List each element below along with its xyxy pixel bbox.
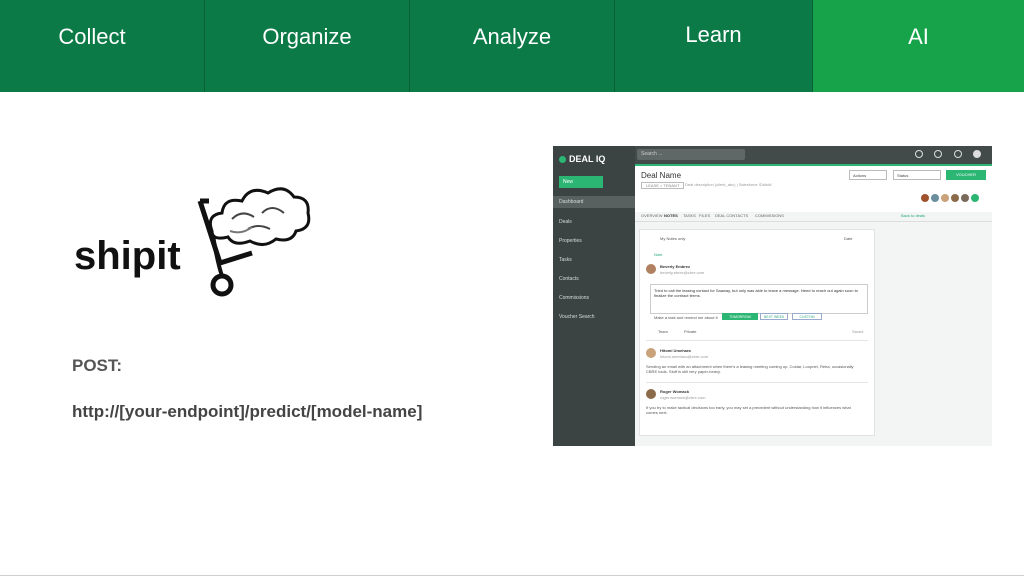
avatar[interactable] xyxy=(973,150,981,158)
bell-icon[interactable] xyxy=(915,150,923,158)
tab-analyze[interactable]: Analyze xyxy=(410,0,615,92)
avatar xyxy=(941,194,949,202)
app-sidebar: DEAL IQ New Dashboard Deals Properties T… xyxy=(553,146,635,446)
tomorrow-chip[interactable]: TOMORROW xyxy=(722,313,758,320)
sidebar-item-contacts[interactable]: Contacts xyxy=(559,276,579,282)
note-author-email: beverly.ebrez@cbre.com xyxy=(660,270,705,275)
tab-learn[interactable]: Learn xyxy=(615,0,813,92)
my-notes-toggle[interactable]: My Notes only xyxy=(660,236,685,241)
clock-icon[interactable] xyxy=(934,150,942,158)
note-text: Sending an email with an attachment when… xyxy=(646,364,854,374)
saved-status: Saved xyxy=(852,329,864,334)
sidebar-item-commissions[interactable]: Commissions xyxy=(559,295,589,301)
avatar xyxy=(961,194,969,202)
deal-stage-badge: LEASE > TENANT xyxy=(641,182,685,189)
sidebar-item-properties[interactable]: Properties xyxy=(559,238,582,244)
gear-icon[interactable] xyxy=(954,150,962,158)
status-dropdown[interactable]: Status xyxy=(893,170,941,180)
tab-analyze-label: Analyze xyxy=(472,24,552,49)
add-member-icon[interactable] xyxy=(971,194,979,202)
top-nav: Collect Organize Analyze Learn AI xyxy=(0,0,1024,92)
team-radio[interactable]: Team xyxy=(658,329,668,334)
tab-commissions[interactable]: COMMISSIONS xyxy=(755,213,784,218)
tab-ai[interactable]: AI xyxy=(813,0,1024,92)
voucher-button[interactable]: VOUCHER xyxy=(946,170,986,180)
sidebar-item-deals[interactable]: Deals xyxy=(559,219,572,225)
tab-overview[interactable]: OVERVIEW xyxy=(641,213,663,218)
tab-files[interactable]: FILES xyxy=(699,213,710,218)
tab-organize-label: Organize xyxy=(262,24,352,49)
next-week-chip[interactable]: NEXT WEEK xyxy=(760,313,788,320)
note-author-email: hitomi.umehara@cbre.com xyxy=(660,354,709,359)
logo-text: shipit xyxy=(74,234,181,278)
actions-dropdown[interactable]: Actions xyxy=(849,170,887,180)
note-author: Hitomi Umehara xyxy=(660,348,691,353)
endpoint-url: http://[your-endpoint]/predict/[model-na… xyxy=(72,402,423,421)
divider xyxy=(646,382,868,383)
sidebar-item-tasks[interactable]: Tasks xyxy=(559,257,572,263)
note-author: Beverly Embrez xyxy=(660,264,691,269)
note-author: Roger Womack xyxy=(660,389,690,394)
add-note-button[interactable]: Note xyxy=(654,252,662,257)
avatar xyxy=(646,389,656,399)
brand-name: DEAL IQ xyxy=(569,154,606,164)
back-to-deals-link[interactable]: Back to deals xyxy=(901,213,925,218)
note-textarea[interactable]: Tried to call the leasing contact for Sa… xyxy=(650,284,868,314)
deal-header: Deal Name LEASE > TENANT Deal descriptio… xyxy=(635,166,992,212)
note-author-email: roger.womack@cbre.com xyxy=(660,395,706,400)
tab-organize[interactable]: Organize xyxy=(205,0,410,92)
tab-notes[interactable]: NOTES xyxy=(664,213,678,218)
shipit-logo: shipit xyxy=(72,183,312,301)
tab-ai-label: AI xyxy=(908,24,929,49)
brand-icon xyxy=(559,155,566,163)
deal-subtabs: OVERVIEW NOTES TASKS FILES DEAL CONTACTS… xyxy=(635,212,992,222)
avatar xyxy=(921,194,929,202)
avatar xyxy=(951,194,959,202)
new-button[interactable]: New xyxy=(559,176,603,188)
search-input[interactable]: Search ... xyxy=(637,149,745,160)
date-sort[interactable]: Date xyxy=(844,236,852,241)
sidebar-item-dashboard[interactable]: Dashboard xyxy=(553,196,635,208)
deal-title: Deal Name xyxy=(641,171,682,180)
note-text: If you try to make tactical decisions to… xyxy=(646,405,851,415)
cart-cloud-icon: shipit xyxy=(74,187,311,297)
tab-deal-contacts[interactable]: DEAL CONTACTS xyxy=(715,213,748,218)
tab-collect-label: Collect xyxy=(58,24,126,49)
note-text: Tried to call the leasing contact for Sa… xyxy=(654,288,858,298)
tab-learn-label: Learn xyxy=(685,22,742,47)
deal-description: Deal description (client_abc) | Salesfor… xyxy=(685,182,772,187)
sidebar-item-voucher-search[interactable]: Voucher Search xyxy=(559,314,595,320)
custom-chip[interactable]: CUSTOM xyxy=(792,313,822,320)
avatar xyxy=(646,264,656,274)
private-radio[interactable]: Private xyxy=(684,329,696,334)
avatar xyxy=(931,194,939,202)
deal-iq-screenshot: DEAL IQ New Dashboard Deals Properties T… xyxy=(553,146,992,446)
avatar xyxy=(646,348,656,358)
divider xyxy=(646,340,868,341)
tab-collect[interactable]: Collect xyxy=(0,0,205,92)
remind-label: Make a task and remind me about it xyxy=(654,315,718,320)
tab-tasks[interactable]: TASKS xyxy=(683,213,696,218)
brand-logo: DEAL IQ xyxy=(559,154,605,164)
notes-card: My Notes only Date Note Beverly Embrez b… xyxy=(639,229,875,436)
post-method-label: POST: xyxy=(72,356,123,375)
